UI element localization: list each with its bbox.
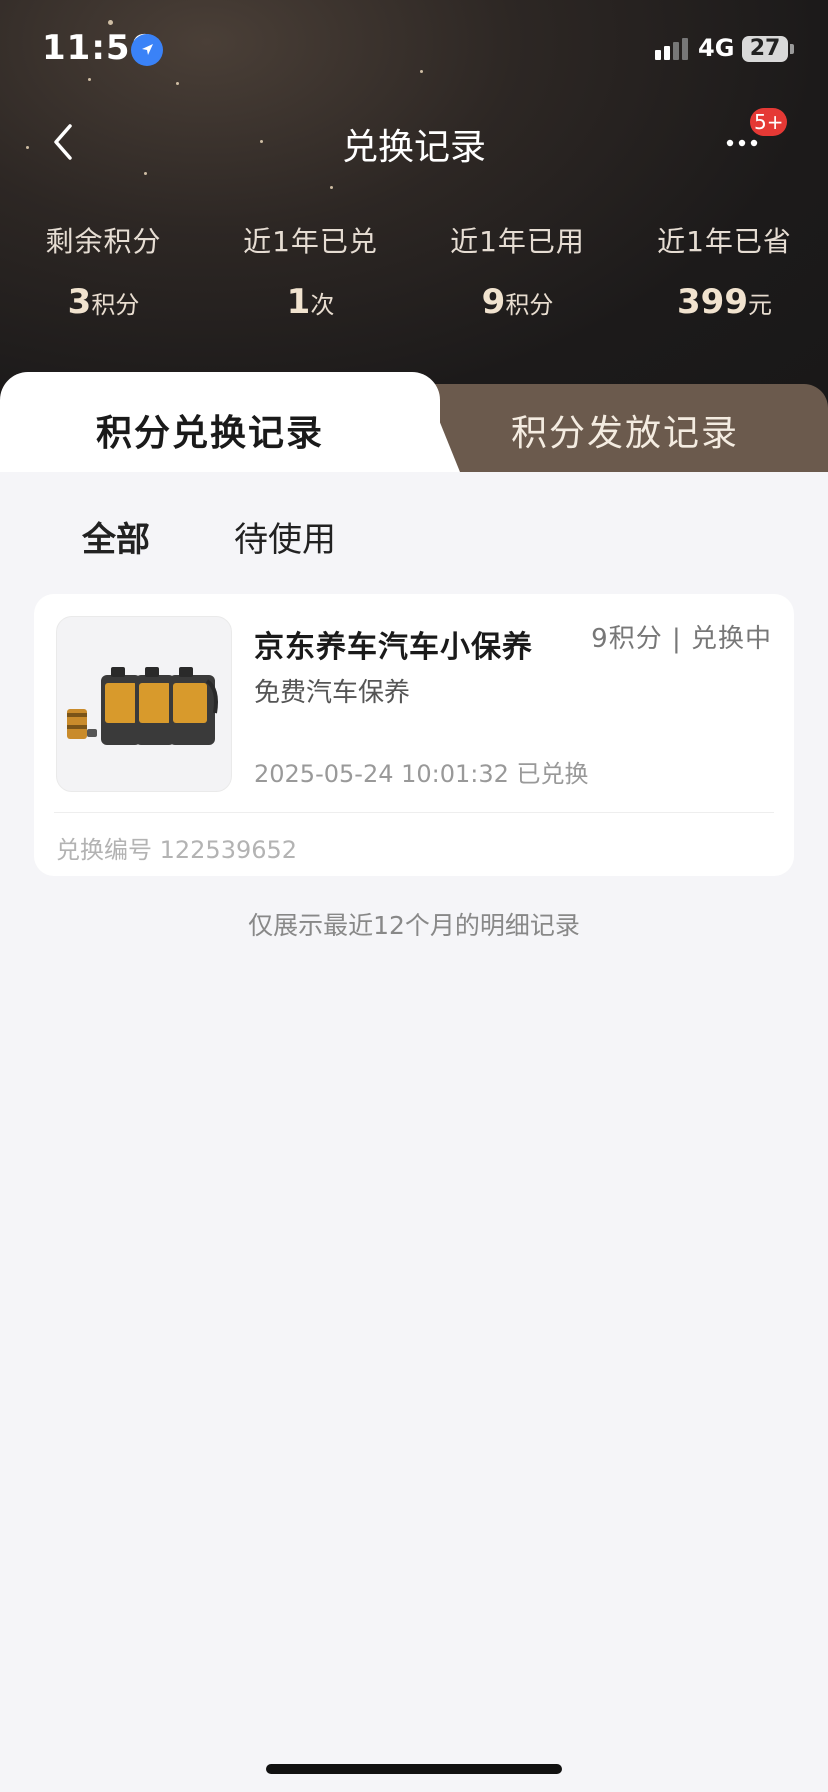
tab-points-issued-label[interactable]: 积分发放记录 (430, 404, 820, 456)
stat-label: 剩余积分 (45, 225, 162, 258)
record-card[interactable]: 京东养车汽车小保养 免费汽车保养 9积分 | 兑换中 2025-05-24 10… (34, 594, 794, 876)
product-image (56, 616, 232, 792)
tab-bar: 积分兑换记录 积分发放记录 (0, 372, 828, 484)
tab-points-redeemed-label[interactable]: 积分兑换记录 (0, 404, 420, 456)
main-content: 全部 待使用 京东养车汽车小保养 免费汽车保养 9积分 | 兑换中 2025-0… (0, 472, 828, 1792)
card-divider (54, 812, 774, 813)
stat-saved-amount: 近1年已省 399元 (621, 220, 828, 330)
network-type: 4G (698, 34, 735, 62)
more-dots-icon[interactable] (726, 134, 762, 147)
redeem-datetime: 2025-05-24 10:01:32 已兑换 (254, 760, 589, 788)
stat-label: 近1年已用 (450, 225, 585, 258)
home-indicator[interactable] (266, 1764, 562, 1774)
points-status: 9积分 | 兑换中 (591, 624, 772, 654)
stat-number: 1 (286, 282, 311, 322)
stat-unit: 元 (747, 291, 772, 319)
stat-label: 近1年已省 (657, 225, 792, 258)
battery-tip (790, 44, 794, 54)
location-arrow-icon (131, 34, 163, 66)
filter-pending[interactable]: 待使用 (234, 512, 336, 561)
stat-unit: 积分 (505, 291, 554, 319)
stat-unit: 次 (310, 291, 335, 319)
stat-number: 9 (481, 282, 506, 322)
battery-icon: 27 (742, 36, 788, 62)
order-number: 兑换编号 122539652 (56, 836, 298, 864)
footer-note: 仅展示最近12个月的明细记录 (248, 911, 580, 940)
stat-unit: 积分 (91, 291, 140, 319)
product-subtitle: 免费汽车保养 (254, 678, 411, 708)
nav-bar: 兑换记录 5+ (0, 100, 828, 180)
stat-label: 近1年已兑 (243, 225, 378, 258)
signal-icon (655, 36, 691, 64)
stat-used-points: 近1年已用 9积分 (414, 220, 621, 330)
filter-bar: 全部 待使用 (0, 512, 828, 606)
stat-number: 399 (677, 282, 748, 322)
filter-all[interactable]: 全部 (82, 512, 150, 561)
status-bar: 11:56 4G 27 (0, 0, 828, 100)
page-title: 兑换记录 (341, 127, 486, 168)
stats-row: 剩余积分 3积分 近1年已兑 1次 近1年已用 9积分 近1年已省 399元 (0, 220, 828, 330)
product-name: 京东养车汽车小保养 (254, 630, 533, 665)
stat-redeemed-count: 近1年已兑 1次 (207, 220, 414, 330)
stat-number: 3 (67, 282, 92, 322)
notification-badge: 5+ (750, 108, 788, 136)
stat-remaining-points: 剩余积分 3积分 (0, 220, 207, 330)
